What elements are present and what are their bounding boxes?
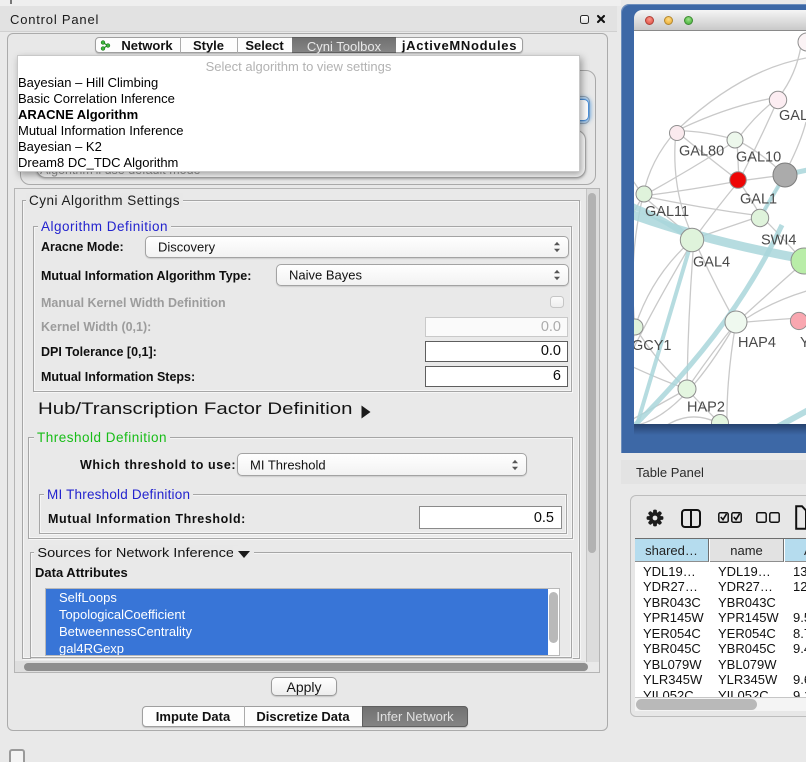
svg-text:GCY1: GCY1	[634, 338, 672, 354]
svg-text:GAL1: GAL1	[740, 192, 777, 208]
svg-text:HAP2: HAP2	[687, 400, 725, 416]
svg-text:GAL80: GAL80	[679, 144, 724, 160]
svg-text:GAL11: GAL11	[645, 204, 689, 220]
svg-text:GAL7: GAL7	[779, 108, 806, 124]
svg-text:SWI4: SWI4	[761, 233, 796, 249]
svg-text:HAP4: HAP4	[738, 335, 776, 351]
svg-text:YJ: YJ	[800, 335, 806, 351]
svg-text:GAL4: GAL4	[693, 255, 730, 271]
svg-text:GAL10: GAL10	[736, 150, 781, 166]
